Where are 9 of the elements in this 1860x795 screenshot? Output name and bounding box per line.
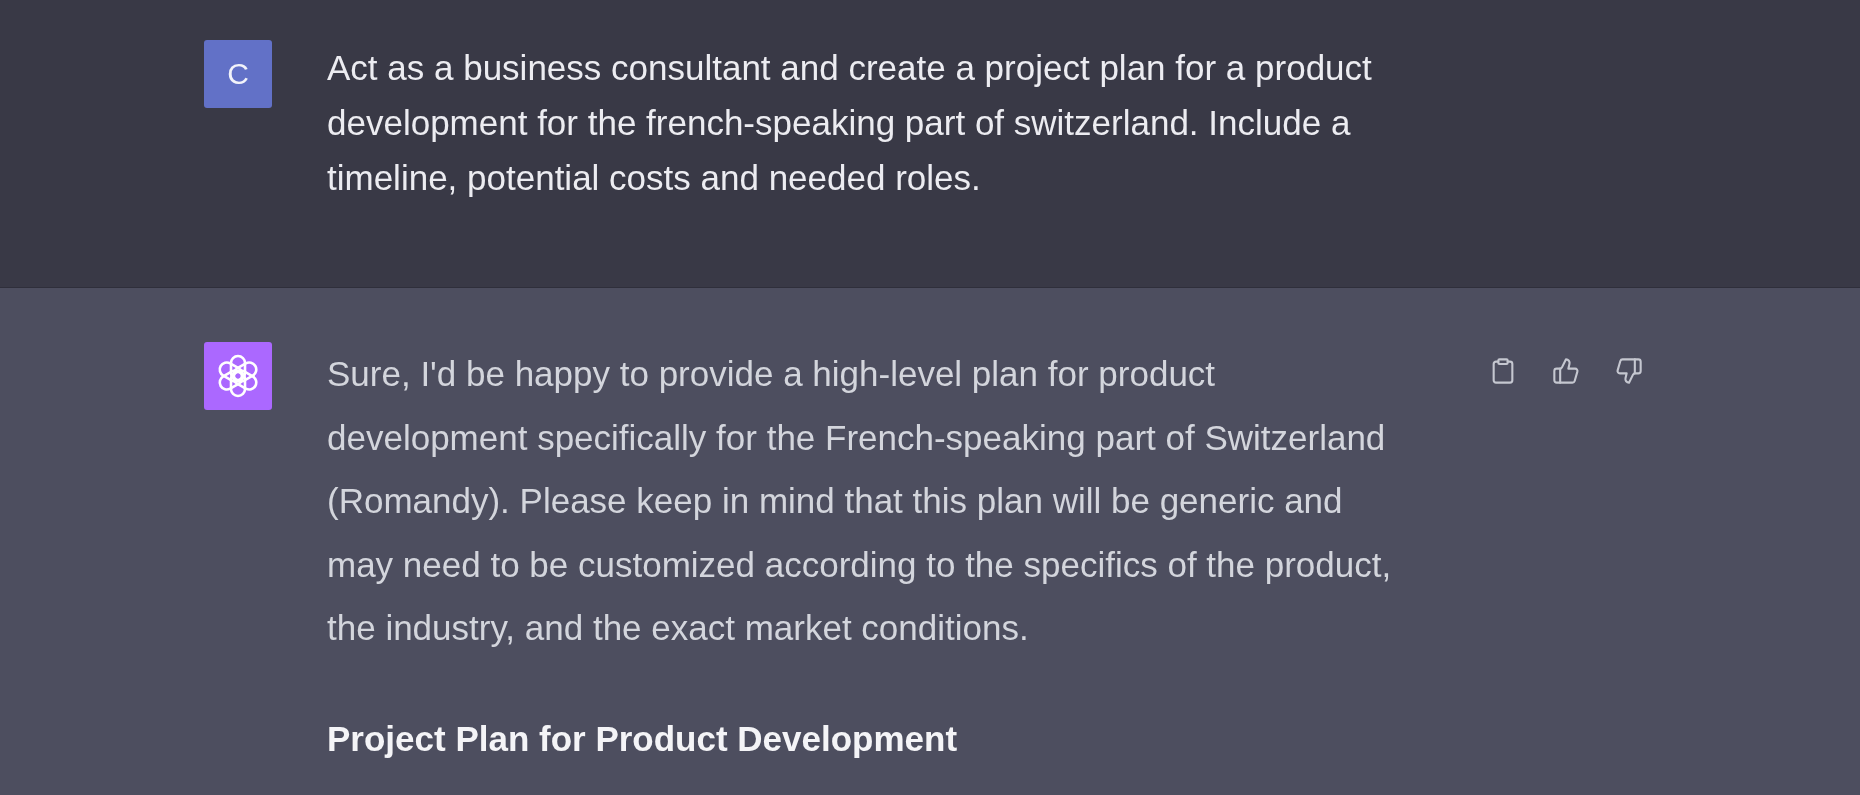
thumbs-down-button[interactable] [1614, 356, 1644, 386]
section-heading: Project Plan for Product Development [327, 717, 959, 760]
thumbs-up-icon [1552, 357, 1580, 385]
thumbs-down-icon [1615, 357, 1643, 385]
thumbs-up-button[interactable] [1551, 356, 1581, 386]
message-text: Sure, I'd be happy to provide a high-level plan for product development specifically for the French-speaking part of Switzerland (Romandy). Please keep in mind that this plan will be generic and may need to be customized according to the specifics of the product, the industry, and the exact market conditions. [327, 353, 1393, 649]
message-text: Act as a business consultant and create a project plan for a product development for the french-speaking part of switzerland. Include a timeline, potential costs and needed roles. [327, 47, 1373, 199]
user-avatar: C [204, 40, 272, 108]
logo-icon [204, 342, 272, 410]
